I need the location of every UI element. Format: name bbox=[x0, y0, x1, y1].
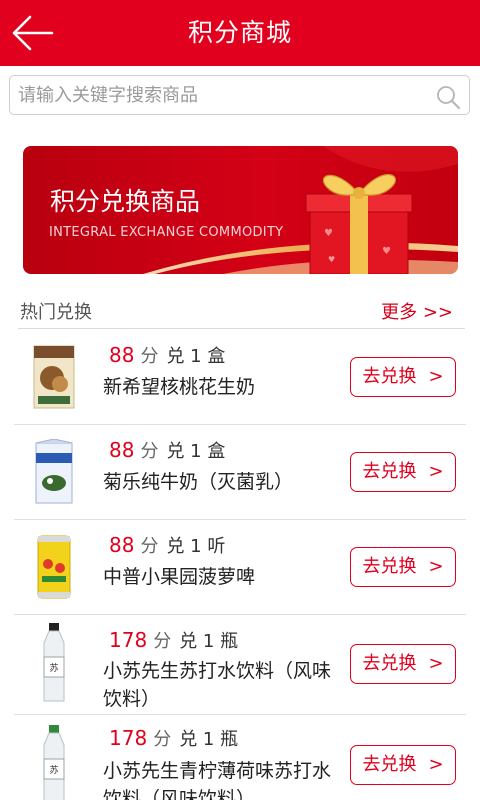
redeem-button[interactable]: 去兑换 > bbox=[350, 745, 456, 785]
nut-milk-carton-image bbox=[33, 345, 75, 409]
svg-text:苏: 苏 bbox=[49, 662, 58, 674]
banner-title: 积分兑换商品 bbox=[50, 187, 201, 216]
milk-carton-image bbox=[35, 439, 73, 504]
redeem-button[interactable]: 去兑换 > bbox=[350, 452, 456, 492]
points-mall-screen: 积分商城 请输入关键字搜索商品 积分兑换商品 INTEGRAL EXCHANGE… bbox=[0, 0, 480, 800]
more-link[interactable]: 更多 >> bbox=[381, 298, 453, 324]
list-item[interactable]: 苏 178 分兑 1 瓶 小苏先生苏打水饮料（风味饮料） 去兑换 > bbox=[0, 615, 480, 715]
svg-text:♥: ♥ bbox=[324, 228, 333, 239]
redeem-button[interactable]: 去兑换 > bbox=[350, 357, 456, 397]
product-name: 小苏先生青柠薄荷味苏打水饮料（风味饮料） bbox=[103, 760, 332, 800]
search-bar bbox=[9, 75, 470, 115]
page-title: 积分商城 bbox=[187, 18, 292, 47]
list-item[interactable]: 88 分兑 1 听 中普小果园菠萝啤 去兑换 > bbox=[0, 520, 480, 615]
soda-water-bottle-image: 苏 bbox=[43, 623, 65, 702]
list-item[interactable]: 88 分兑 1 盒 菊乐纯牛奶（灭菌乳） 去兑换 > bbox=[0, 425, 480, 520]
lime-soda-bottle-image: 苏 bbox=[43, 725, 65, 800]
search-icon[interactable] bbox=[435, 84, 461, 110]
svg-text:苏: 苏 bbox=[49, 764, 58, 776]
pineapple-beer-can-image bbox=[37, 535, 71, 599]
redeem-button[interactable]: 去兑换 > bbox=[350, 547, 456, 587]
gift-box-icon: ♥ ♥ ♥ bbox=[305, 174, 413, 274]
svg-text:♥: ♥ bbox=[328, 255, 335, 264]
product-name: 中普小果园菠萝啤 bbox=[103, 566, 256, 588]
points-text: 88 分兑 1 盒 bbox=[109, 438, 226, 462]
section-title: 热门兑换 bbox=[20, 302, 92, 323]
app-header: 积分商城 bbox=[0, 0, 480, 66]
points-text: 178 分兑 1 瓶 bbox=[109, 726, 239, 750]
search-input[interactable] bbox=[18, 78, 428, 112]
points-text: 178 分兑 1 瓶 bbox=[109, 628, 239, 652]
section-divider bbox=[18, 328, 465, 329]
list-item[interactable]: 88 分兑 1 盒 新希望核桃花生奶 去兑换 > bbox=[0, 330, 480, 425]
product-name: 菊乐纯牛奶（灭菌乳） bbox=[103, 471, 294, 493]
points-text: 88 分兑 1 听 bbox=[109, 533, 226, 557]
banner-subtitle: INTEGRAL EXCHANGE COMMODITY bbox=[49, 225, 284, 240]
product-name: 小苏先生苏打水饮料（风味饮料） bbox=[103, 660, 332, 710]
product-name: 新希望核桃花生奶 bbox=[103, 376, 256, 398]
list-item[interactable]: 苏 178 分兑 1 瓶 小苏先生青柠薄荷味苏打水饮料（风味饮料） 去兑换 > bbox=[0, 715, 480, 800]
redeem-button[interactable]: 去兑换 > bbox=[350, 644, 456, 684]
svg-text:♥: ♥ bbox=[382, 246, 391, 257]
points-text: 88 分兑 1 盒 bbox=[109, 343, 226, 367]
promo-banner[interactable]: 积分兑换商品 INTEGRAL EXCHANGE COMMODITY ♥ ♥ ♥ bbox=[23, 146, 458, 274]
